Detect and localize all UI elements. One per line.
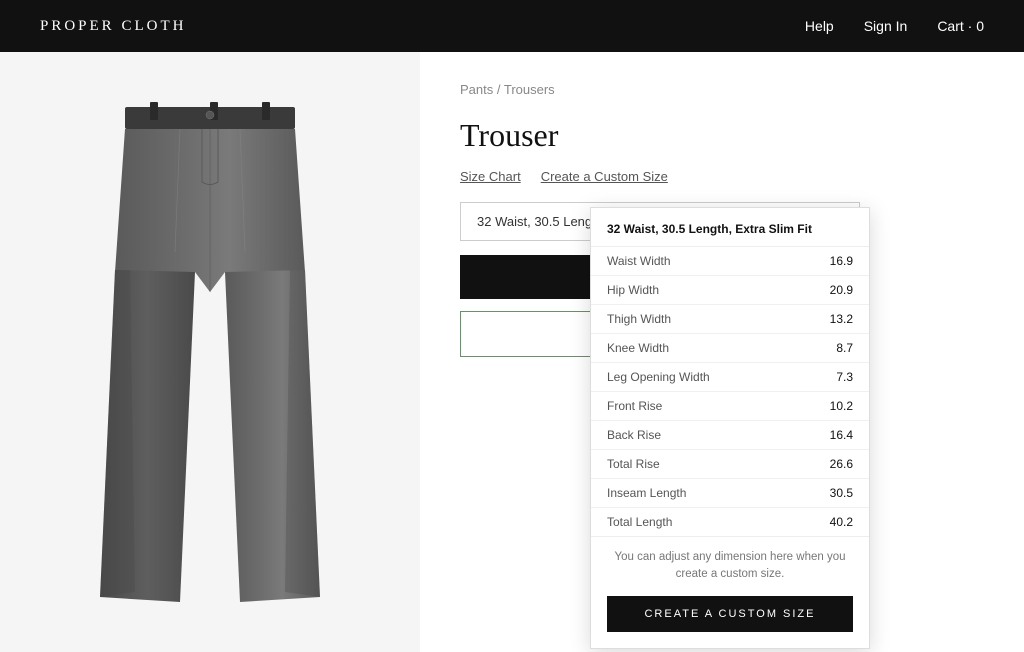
size-popup-header: 32 Waist, 30.5 Length, Extra Slim Fit [591,208,869,247]
measurement-label: Knee Width [607,341,669,355]
measurement-row: Back Rise 16.4 [591,421,869,450]
measurement-value: 16.9 [830,254,853,268]
breadcrumb: Pants / Trousers [460,82,984,97]
measurement-value: 26.6 [830,457,853,471]
measurement-label: Total Length [607,515,672,529]
help-link[interactable]: Help [805,18,834,34]
create-custom-size-button[interactable]: CREATE A CUSTOM SIZE [607,596,853,632]
measurement-row: Knee Width 8.7 [591,334,869,363]
measurement-row: Leg Opening Width 7.3 [591,363,869,392]
size-popup-note: You can adjust any dimension here when y… [591,536,869,596]
sign-in-link[interactable]: Sign In [864,18,908,34]
header-nav: Help Sign In Cart · 0 [805,18,984,34]
measurement-row: Total Rise 26.6 [591,450,869,479]
measurement-row: Thigh Width 13.2 [591,305,869,334]
measurement-row: Front Rise 10.2 [591,392,869,421]
measurement-row: Total Length 40.2 [591,508,869,536]
measurement-label: Inseam Length [607,486,686,500]
product-image [80,92,340,612]
measurement-value: 13.2 [830,312,853,326]
measurement-label: Hip Width [607,283,659,297]
measurement-value: 40.2 [830,515,853,529]
measurement-row: Inseam Length 30.5 [591,479,869,508]
measurement-value: 20.9 [830,283,853,297]
measurement-value: 7.3 [836,370,853,384]
cart-link[interactable]: Cart · 0 [937,18,984,34]
product-image-area [0,52,420,652]
breadcrumb-parent[interactable]: Pants [460,82,493,97]
measurements-list: Waist Width 16.9 Hip Width 20.9 Thigh Width 1… [591,247,869,536]
measurement-value: 30.5 [830,486,853,500]
product-detail: Pants / Trousers Trouser Size Chart Crea… [420,52,1024,652]
measurement-label: Front Rise [607,399,662,413]
measurement-label: Thigh Width [607,312,671,326]
measurement-label: Back Rise [607,428,661,442]
brand-logo: PROPER CLOTH [40,18,186,35]
size-chart-link[interactable]: Size Chart [460,169,521,184]
measurement-row: Hip Width 20.9 [591,276,869,305]
breadcrumb-current: Trousers [504,82,555,97]
header: PROPER CLOTH Help Sign In Cart · 0 [0,0,1024,52]
breadcrumb-separator: / [497,82,504,97]
size-popup: 32 Waist, 30.5 Length, Extra Slim Fit Wa… [590,207,870,649]
measurement-value: 16.4 [830,428,853,442]
measurement-label: Waist Width [607,254,671,268]
product-title: Trouser [460,117,984,154]
custom-size-link[interactable]: Create a Custom Size [541,169,668,184]
measurement-row: Waist Width 16.9 [591,247,869,276]
measurement-label: Total Rise [607,457,660,471]
main-content: Pants / Trousers Trouser Size Chart Crea… [0,52,1024,652]
measurement-value: 8.7 [836,341,853,355]
measurement-label: Leg Opening Width [607,370,710,384]
measurement-value: 10.2 [830,399,853,413]
size-links: Size Chart Create a Custom Size [460,169,984,184]
